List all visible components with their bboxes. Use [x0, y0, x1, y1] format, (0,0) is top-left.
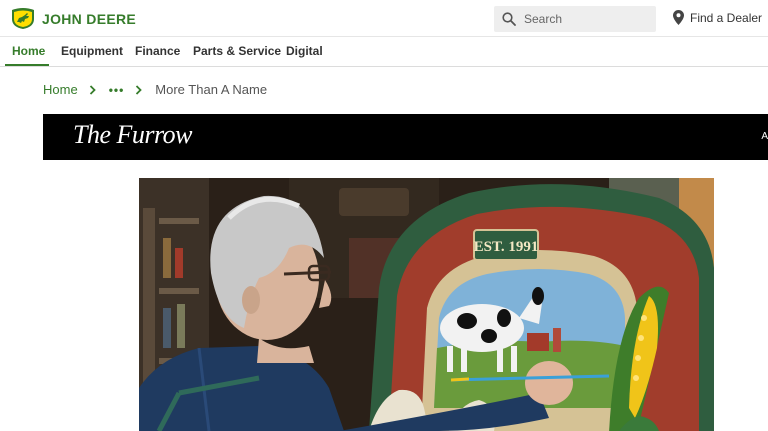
furrow-banner: The Furrow A	[43, 114, 768, 160]
map-pin-icon	[673, 10, 684, 25]
brand-name: JOHN DEERE	[42, 10, 137, 27]
nav-item-equipment[interactable]: Equipment	[61, 44, 123, 58]
breadcrumb-home[interactable]: Home	[43, 82, 78, 97]
sign-est-text: EST. 1991	[474, 239, 539, 255]
nav-item-parts-service[interactable]: Parts & Service	[193, 44, 281, 58]
nav-item-digital[interactable]: Digital	[286, 44, 323, 58]
breadcrumb-current: More Than A Name	[155, 82, 268, 97]
nav-item-home[interactable]: Home	[12, 44, 45, 58]
breadcrumb-ellipsis[interactable]: •••	[109, 83, 125, 97]
top-bar: JOHN DEERE Find a Dealer	[0, 0, 768, 37]
hero-image: EST. 1991	[139, 178, 714, 431]
active-tab-indicator	[5, 64, 49, 66]
search-box[interactable]	[494, 6, 656, 32]
breadcrumb: Home ••• More Than A Name	[43, 82, 267, 97]
chevron-right-icon	[89, 84, 96, 95]
artist-painting-sign-photo: EST. 1991	[139, 178, 714, 431]
deer-logo-icon	[12, 8, 34, 29]
find-dealer-label: Find a Dealer	[690, 10, 763, 25]
find-dealer-link[interactable]: Find a Dealer	[673, 10, 762, 25]
search-input[interactable]	[524, 12, 644, 26]
chevron-right-icon	[136, 84, 143, 95]
banner-tagline: A	[761, 131, 768, 142]
nav-item-finance[interactable]: Finance	[135, 44, 180, 58]
furrow-logo[interactable]: The Furrow	[73, 120, 193, 150]
search-icon[interactable]	[502, 12, 516, 26]
john-deere-logo[interactable]: JOHN DEERE	[10, 7, 136, 30]
main-nav: Home Equipment Finance Parts & Service D…	[0, 37, 768, 67]
